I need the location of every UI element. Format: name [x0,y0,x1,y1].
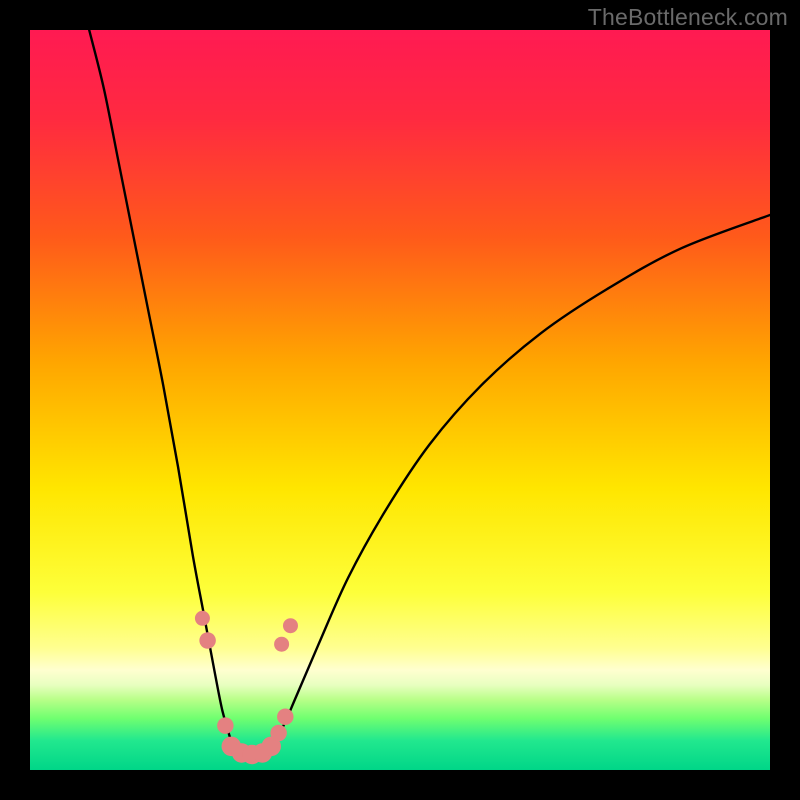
highlight-marker [277,708,294,725]
highlight-marker [217,717,234,734]
outer-frame: TheBottleneck.com [0,0,800,800]
plot-area [30,30,770,770]
highlight-marker [283,618,298,633]
curve-group [89,30,770,755]
chart-overlay [30,30,770,770]
highlight-marker [195,611,210,626]
watermark-text: TheBottleneck.com [588,4,788,31]
highlight-marker [270,725,287,742]
highlight-marker [274,637,289,652]
highlight-marker [199,632,216,649]
curve-right-branch [267,215,770,751]
marker-group [195,611,298,764]
